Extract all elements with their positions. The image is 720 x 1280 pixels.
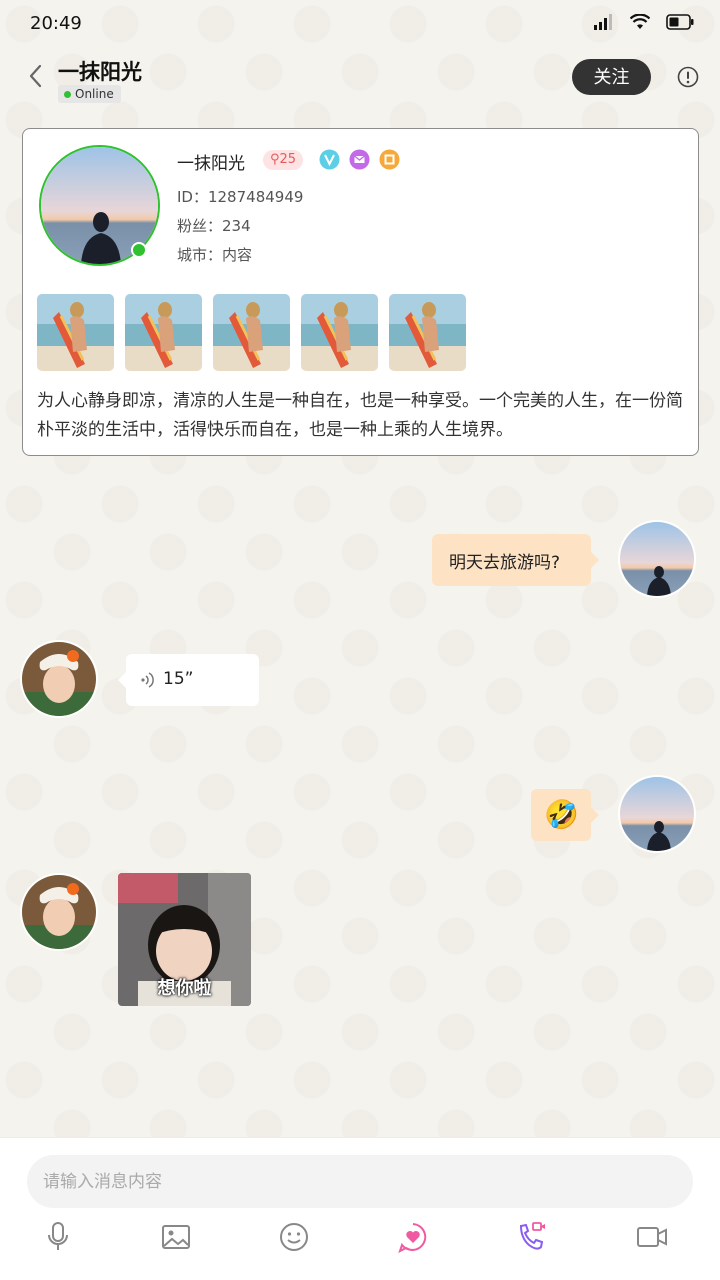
profile-city: 城市：内容	[177, 246, 253, 264]
emoji-icon	[280, 1223, 308, 1251]
image-icon	[162, 1225, 190, 1249]
contact-avatar[interactable]	[20, 640, 98, 718]
gallery-photo[interactable]	[37, 294, 114, 371]
profile-fans: 粉丝：234	[177, 217, 251, 235]
back-icon	[29, 64, 42, 88]
emoji-button[interactable]	[277, 1220, 311, 1254]
voice-call-icon	[519, 1222, 545, 1250]
badge-list	[319, 149, 400, 170]
gallery-photo[interactable]	[213, 294, 290, 371]
online-status-badge: Online	[58, 85, 121, 103]
photo-gallery	[37, 294, 466, 371]
info-button[interactable]	[677, 66, 699, 88]
online-status-label: Online	[75, 87, 114, 101]
gold-badge-icon	[379, 149, 400, 170]
avatar-online-indicator	[131, 242, 147, 258]
message-text: 明天去旅游吗?	[449, 553, 561, 573]
battery-icon	[666, 14, 694, 34]
status-time: 20:49	[30, 13, 82, 34]
level-badge: ⚲25	[263, 150, 304, 170]
sent-message-bubble[interactable]: 明天去旅游吗?	[432, 534, 599, 586]
my-avatar[interactable]	[618, 775, 696, 853]
heart-chat-icon	[398, 1223, 427, 1253]
voice-message-bubble[interactable]: 15”	[118, 654, 259, 706]
voice-duration: 15”	[163, 669, 194, 689]
level-icon: ⚲	[270, 152, 280, 167]
gallery-photo[interactable]	[125, 294, 202, 371]
gallery-photo[interactable]	[301, 294, 378, 371]
wifi-icon	[629, 13, 651, 34]
status-bar: 20:49	[0, 0, 720, 48]
input-area	[0, 1137, 720, 1280]
online-dot-icon	[64, 90, 71, 98]
voice-wave-icon	[141, 672, 154, 688]
chat-toolbar	[0, 1220, 720, 1260]
page-title: 一抹阳光	[58, 60, 142, 84]
vip-v-icon	[319, 149, 340, 170]
follow-button[interactable]: 关注	[572, 59, 651, 95]
chat-header: 一抹阳光 Online 关注	[0, 48, 720, 112]
microphone-icon	[48, 1222, 68, 1250]
profile-id: ID：1287484949	[177, 188, 304, 206]
back-button[interactable]	[22, 62, 50, 90]
contact-avatar[interactable]	[20, 873, 98, 951]
profile-bio: 为人心静身即凉，清凉的人生是一种自在，也是一种享受。一个完美的人生，在一份简朴平…	[37, 391, 683, 440]
video-call-icon	[637, 1227, 667, 1247]
profile-card[interactable]: 一抹阳光 ⚲25 ID：1287484949 粉丝：234 城市：内容 为人心静…	[22, 128, 699, 456]
voice-input-button[interactable]	[41, 1220, 75, 1254]
message-input[interactable]	[27, 1155, 693, 1208]
laughing-emoji-icon: 🤣	[544, 798, 579, 831]
gallery-photo[interactable]	[389, 294, 466, 371]
voice-call-button[interactable]	[514, 1220, 548, 1254]
signal-icon	[594, 14, 614, 34]
mail-badge-icon	[349, 149, 370, 170]
sent-emoji-bubble[interactable]: 🤣	[531, 789, 599, 841]
heart-chat-button[interactable]	[396, 1220, 430, 1254]
sticker-caption: 想你啦	[157, 978, 212, 999]
profile-name: 一抹阳光	[177, 154, 245, 174]
info-icon	[677, 66, 699, 88]
video-call-button[interactable]	[635, 1220, 669, 1254]
image-button[interactable]	[159, 1220, 193, 1254]
sticker-image[interactable]: 想你啦	[118, 873, 251, 1006]
level-value: 25	[279, 152, 297, 167]
my-avatar[interactable]	[618, 520, 696, 598]
